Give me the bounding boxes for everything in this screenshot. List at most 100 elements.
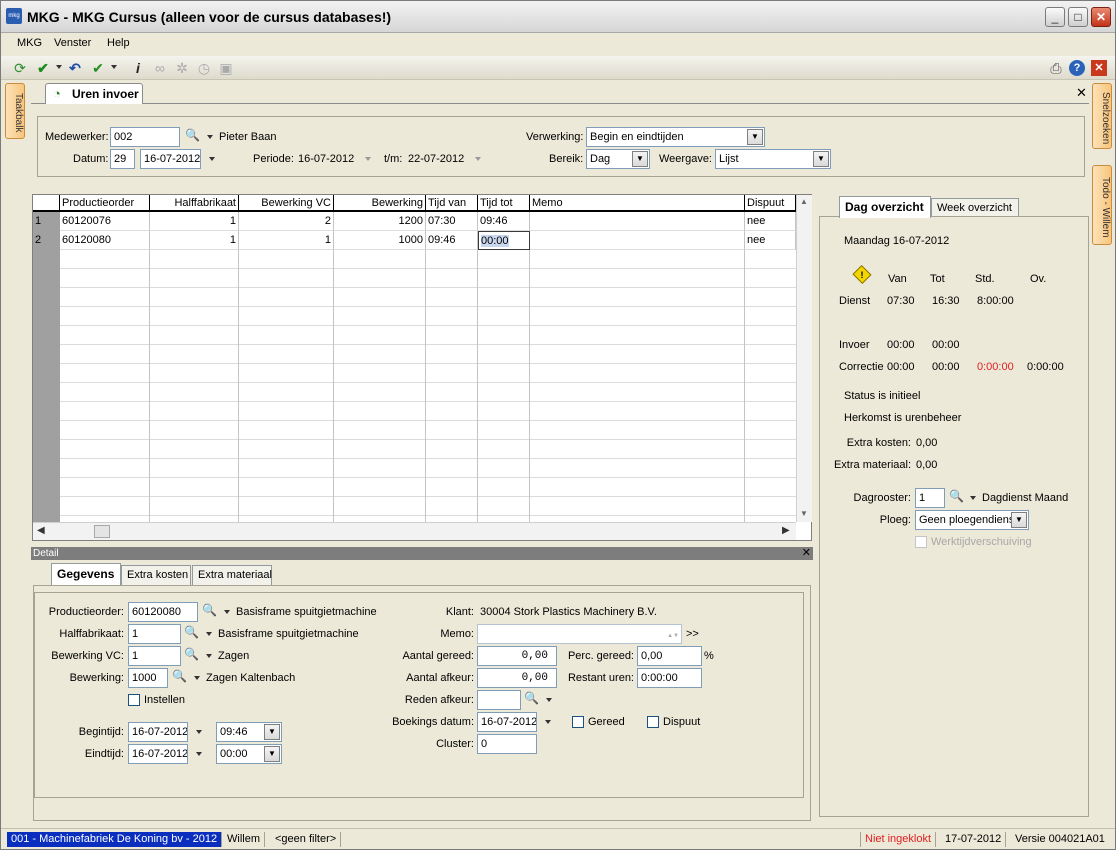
halffabrikaat-dropdown-icon[interactable]	[206, 632, 212, 636]
filter-status[interactable]: <geen filter>	[271, 832, 342, 847]
check-icon[interactable]: ✔	[34, 59, 52, 77]
ploeg-chevron-icon[interactable]: ▼	[1011, 512, 1027, 528]
halffabrikaat-search-icon[interactable]: 🔍	[184, 625, 199, 639]
table-cell[interactable]: 1	[239, 231, 334, 250]
tijd-tot-editor[interactable]: 00:00	[478, 231, 530, 250]
document-close-icon[interactable]: ✕	[1076, 85, 1087, 101]
table-cell[interactable]: 60120076	[60, 212, 150, 231]
scroll-thumb[interactable]	[94, 525, 110, 538]
medewerker-dropdown-icon[interactable]	[207, 135, 213, 139]
col-productieorder[interactable]: Productieorder	[60, 195, 150, 212]
table-cell[interactable]	[530, 212, 745, 231]
bewerkingvc-dropdown-icon[interactable]	[206, 654, 212, 658]
col-bewerking-vc[interactable]: Bewerking VC	[239, 195, 334, 212]
restant-uren-input[interactable]: 0:00:00	[637, 668, 702, 688]
medewerker-search-icon[interactable]: 🔍	[185, 128, 200, 142]
tab-extra-materiaal[interactable]: Extra materiaal	[192, 565, 272, 585]
eindtijd-time-select[interactable]: 00:00 ▼	[216, 744, 282, 764]
undo-icon[interactable]: ↶	[66, 59, 84, 77]
instellen-checkbox[interactable]	[128, 694, 140, 706]
halffabrikaat-input[interactable]: 1	[128, 624, 181, 644]
close-button[interactable]: ✕	[1091, 7, 1111, 27]
tab-gegevens[interactable]: Gegevens	[51, 563, 121, 585]
datum-input[interactable]: 16-07-2012	[140, 149, 201, 169]
periode-to-dropdown-icon[interactable]	[475, 157, 481, 161]
menu-venster[interactable]: Venster	[54, 37, 91, 49]
table-cell[interactable]: nee	[745, 231, 796, 250]
bereik-select[interactable]: Dag ▼	[586, 149, 650, 169]
detail-close-icon[interactable]: ✕	[802, 547, 811, 560]
tab-dag-overzicht[interactable]: Dag overzicht	[839, 196, 931, 218]
reden-afkeur-input[interactable]	[477, 690, 521, 710]
reden-afkeur-search-icon[interactable]: 🔍	[524, 691, 539, 705]
approve-dropdown-icon[interactable]	[111, 65, 117, 69]
reden-afkeur-dropdown-icon[interactable]	[546, 698, 552, 702]
bewerking-dropdown-icon[interactable]	[194, 676, 200, 680]
begintijd-chevron-icon[interactable]: ▼	[264, 724, 280, 740]
table-cell[interactable]	[530, 231, 745, 250]
productieorder-input[interactable]: 60120080	[128, 602, 198, 622]
cluster-input[interactable]: 0	[477, 734, 537, 754]
bewerkingvc-search-icon[interactable]: 🔍	[184, 647, 199, 661]
col-tijd-tot[interactable]: Tijd tot	[478, 195, 530, 212]
boekings-dropdown-icon[interactable]	[545, 720, 551, 724]
scroll-left-icon[interactable]: ◀	[37, 525, 45, 536]
info-icon[interactable]: i	[129, 59, 147, 77]
scroll-down-icon[interactable]: ▼	[800, 509, 808, 518]
table-cell[interactable]: 09:46	[478, 212, 530, 231]
tab-extra-kosten[interactable]: Extra kosten	[121, 565, 191, 585]
eindtijd-date-input[interactable]: 16-07-2012	[128, 744, 188, 764]
grid-horizontal-scrollbar[interactable]: ◀ ▶	[33, 522, 796, 540]
dagrooster-input[interactable]: 1	[915, 488, 945, 508]
aantal-afkeur-input[interactable]: 0,00	[477, 668, 557, 688]
col-halffabrikaat[interactable]: Halffabrikaat	[150, 195, 239, 212]
table-cell[interactable]: 60120080	[60, 231, 150, 250]
productieorder-search-icon[interactable]: 🔍	[202, 603, 217, 617]
scroll-up-icon[interactable]: ▲	[800, 197, 808, 206]
col-tijd-van[interactable]: Tijd van	[426, 195, 478, 212]
refresh-icon[interactable]: ⟳	[11, 59, 29, 77]
productieorder-dropdown-icon[interactable]	[224, 610, 230, 614]
exit-icon[interactable]: ✕	[1091, 60, 1107, 76]
werktijd-checkbox[interactable]	[915, 536, 927, 548]
table-cell[interactable]: 09:46	[426, 231, 478, 250]
grid-vertical-scrollbar[interactable]: ▲ ▼	[796, 195, 812, 522]
memo-input[interactable]: ▲▼	[477, 624, 682, 644]
print-icon[interactable]: ⎙	[1047, 59, 1065, 77]
periode-from[interactable]: 16-07-2012	[298, 153, 354, 165]
bewerkingvc-input[interactable]: 1	[128, 646, 181, 666]
scroll-right-icon[interactable]: ▶	[782, 525, 790, 536]
dagrooster-dropdown-icon[interactable]	[970, 496, 976, 500]
eindtijd-chevron-icon[interactable]: ▼	[264, 746, 280, 762]
tools-icon[interactable]: ✲	[173, 59, 191, 77]
bereik-chevron-icon[interactable]: ▼	[632, 151, 648, 167]
tab-week-overzicht[interactable]: Week overzicht	[931, 198, 1019, 218]
document-tab[interactable]: ◔ Uren invoer	[45, 83, 143, 104]
bewerking-search-icon[interactable]: 🔍	[172, 669, 187, 683]
col-bewerking[interactable]: Bewerking	[334, 195, 426, 212]
datum-dropdown-icon[interactable]	[209, 157, 215, 161]
help-icon[interactable]: ?	[1069, 60, 1085, 76]
weergave-chevron-icon[interactable]: ▼	[813, 151, 829, 167]
maximize-button[interactable]: □	[1068, 7, 1088, 27]
minimize-button[interactable]: _	[1045, 7, 1065, 27]
table-cell[interactable]: 1	[150, 212, 239, 231]
snelzoeken-tab[interactable]: Snelzoeken	[1092, 83, 1112, 149]
approve-list-icon[interactable]: ✔	[89, 59, 107, 77]
begintijd-time-select[interactable]: 09:46 ▼	[216, 722, 282, 742]
clock-icon[interactable]: ◷	[195, 59, 213, 77]
dagrooster-search-icon[interactable]: 🔍	[949, 489, 964, 503]
todo-tab[interactable]: Todo - Willem	[1092, 165, 1112, 245]
ploeg-select[interactable]: Geen ploegendienst ▼	[915, 510, 1029, 530]
medewerker-input[interactable]: 002	[110, 127, 180, 147]
col-dispuut[interactable]: Dispuut	[745, 195, 796, 212]
datum-day-input[interactable]: 29	[110, 149, 135, 169]
company-status[interactable]: 001 - Machinefabriek De Koning bv - 2012	[7, 832, 223, 847]
menu-help[interactable]: Help	[107, 37, 130, 49]
memo-more-button[interactable]: >>	[686, 628, 699, 640]
aantal-gereed-input[interactable]: 0,00	[477, 646, 557, 666]
weergave-select[interactable]: Lijst ▼	[715, 149, 831, 169]
bewerking-input[interactable]: 1000	[128, 668, 168, 688]
table-cell[interactable]: nee	[745, 212, 796, 231]
menu-mkg[interactable]: MKG	[17, 37, 42, 49]
